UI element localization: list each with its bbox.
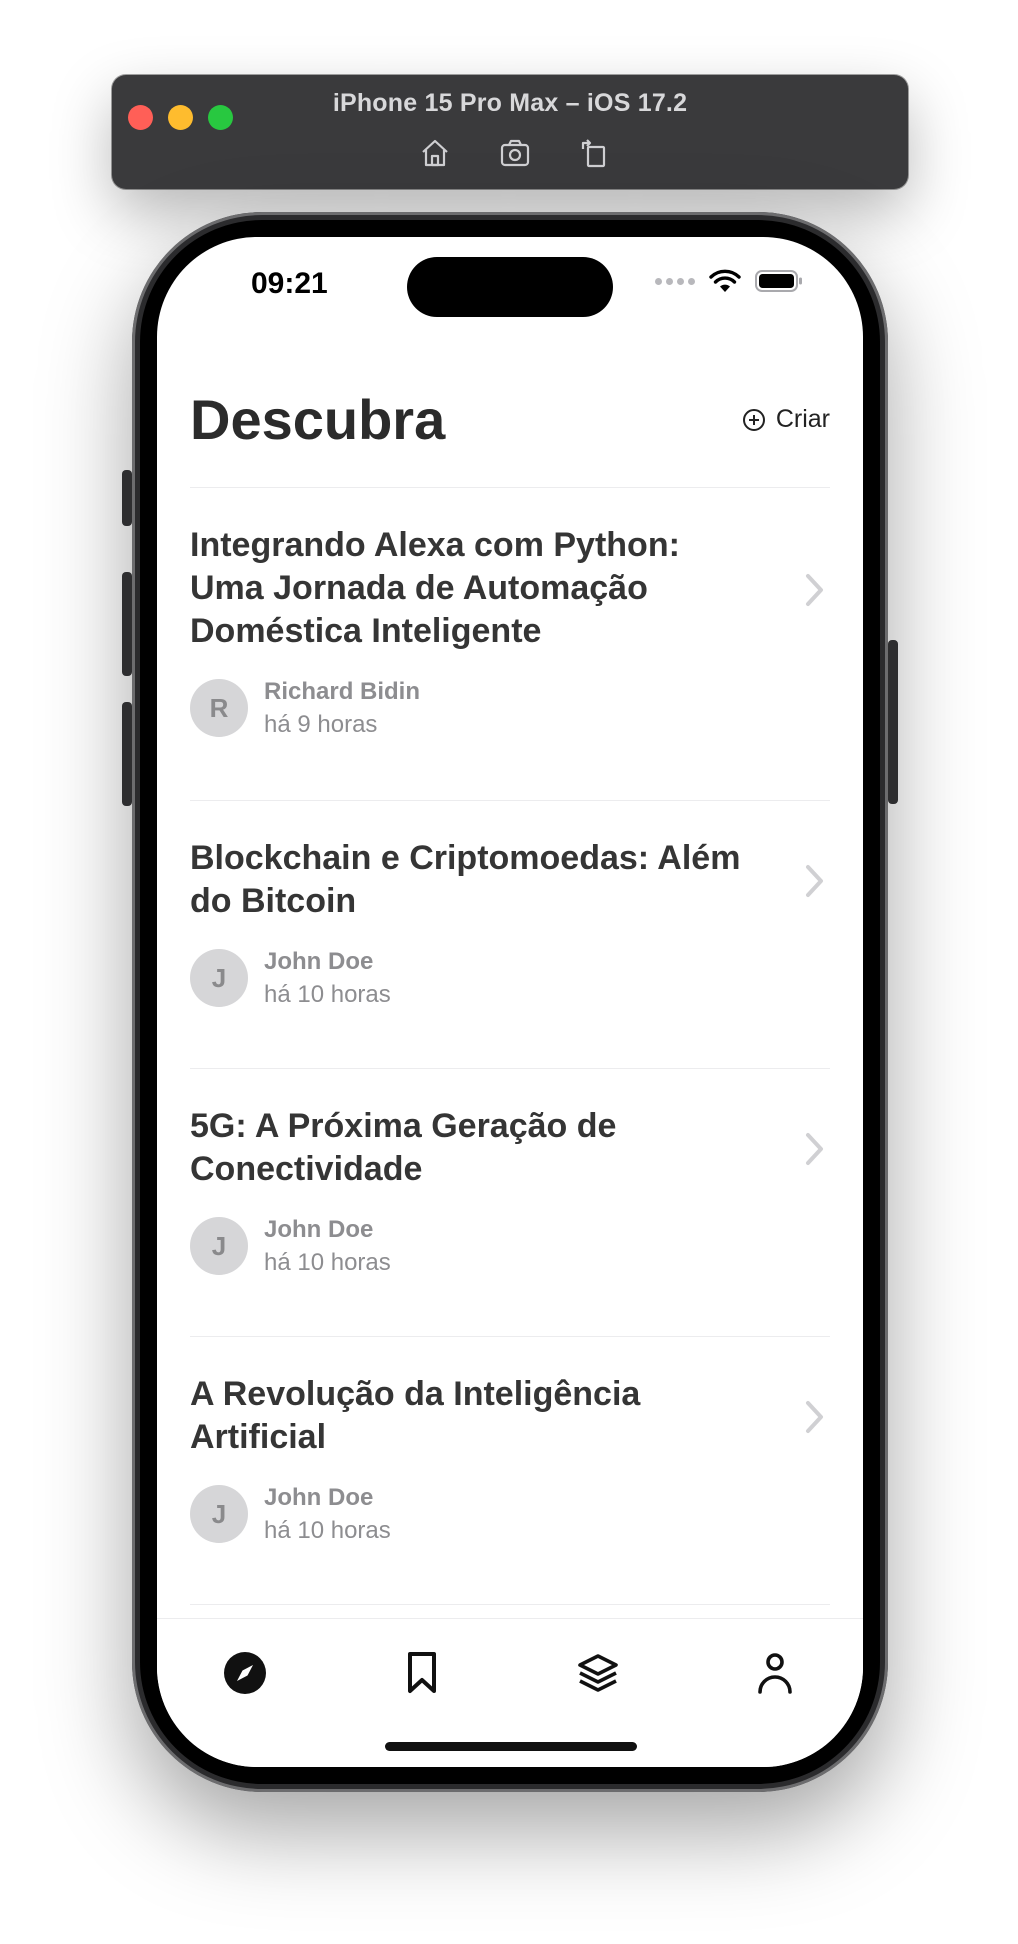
tab-layers[interactable] xyxy=(570,1645,626,1701)
person-icon xyxy=(758,1653,792,1694)
list-item[interactable]: A Revolução da Inteligência Artificial J… xyxy=(190,1373,830,1547)
home-indicator xyxy=(385,1742,637,1751)
chevron-right-icon xyxy=(806,865,823,897)
avatar: J xyxy=(190,949,248,1007)
post-time: há 10 horas xyxy=(264,1249,391,1276)
simulator-toolbar: iPhone 15 Pro Max – iOS 17.2 xyxy=(112,75,908,189)
volume-down-button xyxy=(122,702,132,806)
chevron-right-icon xyxy=(806,1401,823,1433)
dynamic-island xyxy=(407,257,613,317)
author-name: John Doe xyxy=(264,1484,374,1511)
battery-icon xyxy=(755,270,802,292)
action-button xyxy=(122,470,132,526)
phone-screen: 09:21 Descubra Criar Integrando Alexa co… xyxy=(157,237,863,1767)
power-button xyxy=(888,640,898,804)
divider xyxy=(190,1336,830,1337)
post-time: há 10 horas xyxy=(264,981,391,1008)
status-indicators xyxy=(655,269,803,293)
author-name: John Doe xyxy=(264,948,374,975)
tab-bookmarks[interactable] xyxy=(394,1645,450,1701)
layers-icon xyxy=(578,1654,618,1692)
post-time: há 10 horas xyxy=(264,1517,391,1544)
plus-circle-icon xyxy=(742,408,765,431)
article-title: Blockchain e Criptomoedas: Além do Bitco… xyxy=(190,839,741,920)
avatar: J xyxy=(190,1217,248,1275)
article-title: 5G: A Próxima Geração de Conectividade xyxy=(190,1107,617,1188)
simulator-title: iPhone 15 Pro Max – iOS 17.2 xyxy=(332,89,688,117)
list-item[interactable]: Integrando Alexa com Python: Uma Jornada… xyxy=(190,524,830,741)
list-item[interactable]: Blockchain e Criptomoedas: Além do Bitco… xyxy=(190,837,830,1011)
author-name: John Doe xyxy=(264,1216,374,1243)
tab-profile[interactable] xyxy=(747,1645,803,1701)
page-title: Descubra xyxy=(190,388,446,451)
home-icon[interactable] xyxy=(416,135,454,171)
list-item[interactable]: 5G: A Próxima Geração de Conectividade J… xyxy=(190,1105,830,1279)
screenshot-icon[interactable] xyxy=(496,135,534,171)
tab-discover[interactable] xyxy=(217,1645,273,1701)
rotate-icon[interactable] xyxy=(576,135,614,171)
article-title: Integrando Alexa com Python: Uma Jornada… xyxy=(190,526,680,650)
divider xyxy=(190,800,830,801)
divider xyxy=(190,1068,830,1069)
volume-up-button xyxy=(122,572,132,676)
chevron-right-icon xyxy=(806,1133,823,1165)
avatar: R xyxy=(190,679,248,737)
create-button[interactable]: Criar xyxy=(742,405,830,434)
bookmark-icon xyxy=(408,1652,436,1693)
post-time: há 9 horas xyxy=(264,711,378,738)
status-time: 09:21 xyxy=(251,267,328,300)
create-button-label: Criar xyxy=(775,405,830,433)
article-title: A Revolução da Inteligência Artificial xyxy=(190,1375,641,1456)
cellular-signal-icon xyxy=(655,277,695,285)
divider xyxy=(190,1604,830,1605)
chevron-right-icon xyxy=(806,574,823,606)
divider xyxy=(190,487,830,488)
author-name: Richard Bidin xyxy=(264,678,421,705)
compass-icon xyxy=(224,1652,266,1694)
avatar: J xyxy=(190,1485,248,1543)
wifi-icon xyxy=(709,269,741,292)
